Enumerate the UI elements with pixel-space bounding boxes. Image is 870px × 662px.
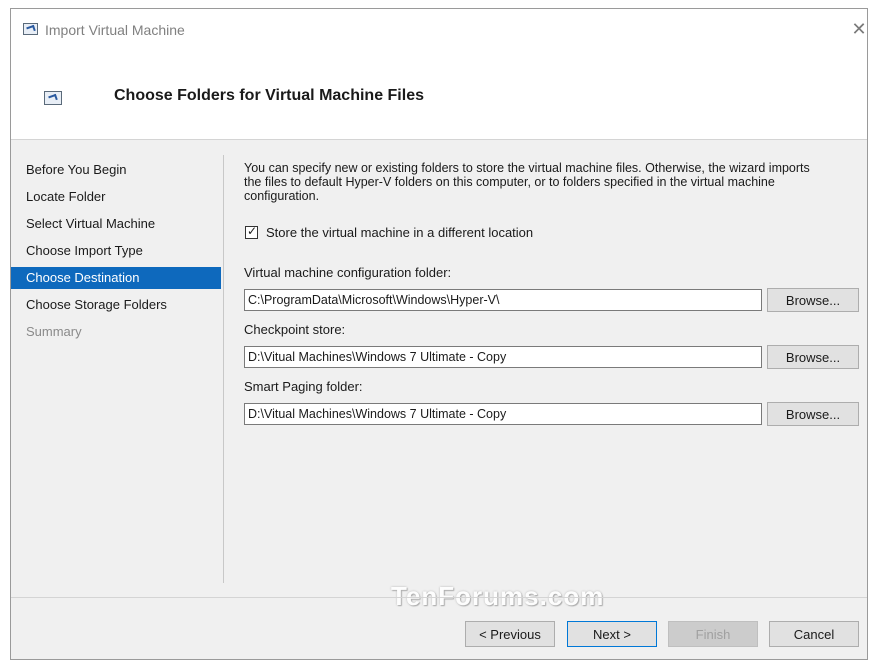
- nav-divider: [223, 155, 224, 583]
- nav-step-choose-destination[interactable]: Choose Destination: [11, 267, 221, 289]
- config-folder-label: Virtual machine configuration folder:: [244, 265, 452, 280]
- page-title: Choose Folders for Virtual Machine Files: [114, 87, 424, 104]
- smart-paging-label: Smart Paging folder:: [244, 379, 363, 394]
- nav-step-summary: Summary: [26, 324, 82, 339]
- wizard-header: Choose Folders for Virtual Machine Files: [11, 53, 867, 140]
- config-folder-browse-button[interactable]: Browse...: [767, 288, 859, 312]
- nav-step-select-virtual-machine[interactable]: Select Virtual Machine: [11, 213, 221, 235]
- nav-step-choose-storage-folders[interactable]: Choose Storage Folders: [11, 294, 221, 316]
- different-location-label[interactable]: Store the virtual machine in a different…: [266, 225, 533, 240]
- content-panel: You can specify new or existing folders …: [244, 161, 859, 426]
- description-text: You can specify new or existing folders …: [244, 161, 810, 203]
- nav-step-before-you-begin[interactable]: Before You Begin: [11, 159, 221, 181]
- different-location-checkbox[interactable]: ✓: [245, 223, 258, 239]
- previous-button[interactable]: < Previous: [465, 621, 555, 647]
- smart-paging-browse-button[interactable]: Browse...: [767, 402, 859, 426]
- different-location-option[interactable]: ✓ Store the virtual machine in a differe…: [245, 223, 533, 241]
- window-title: Import Virtual Machine: [45, 22, 185, 38]
- import-vm-icon: [23, 23, 38, 35]
- config-folder-input[interactable]: [244, 289, 762, 311]
- next-button[interactable]: Next >: [567, 621, 657, 647]
- cancel-button[interactable]: Cancel: [769, 621, 859, 647]
- close-icon[interactable]: ✕: [851, 19, 867, 39]
- checkpoint-store-label: Checkpoint store:: [244, 322, 346, 337]
- title-bar: Import Virtual Machine ✕: [11, 9, 867, 53]
- nav-step-locate-folder[interactable]: Locate Folder: [11, 186, 221, 208]
- wizard-steps-nav: Before You Begin Locate Folder Select Vi…: [11, 159, 221, 348]
- checkpoint-store-input[interactable]: [244, 346, 762, 368]
- checkmark-icon: ✓: [247, 223, 258, 238]
- footer-divider: [11, 597, 867, 598]
- checkpoint-store-browse-button[interactable]: Browse...: [767, 345, 859, 369]
- smart-paging-input[interactable]: [244, 403, 762, 425]
- nav-step-choose-import-type[interactable]: Choose Import Type: [11, 240, 221, 262]
- import-vm-dialog: Import Virtual Machine ✕ Choose Folders …: [10, 8, 868, 660]
- import-vm-icon: [44, 91, 62, 105]
- finish-button: Finish: [668, 621, 758, 647]
